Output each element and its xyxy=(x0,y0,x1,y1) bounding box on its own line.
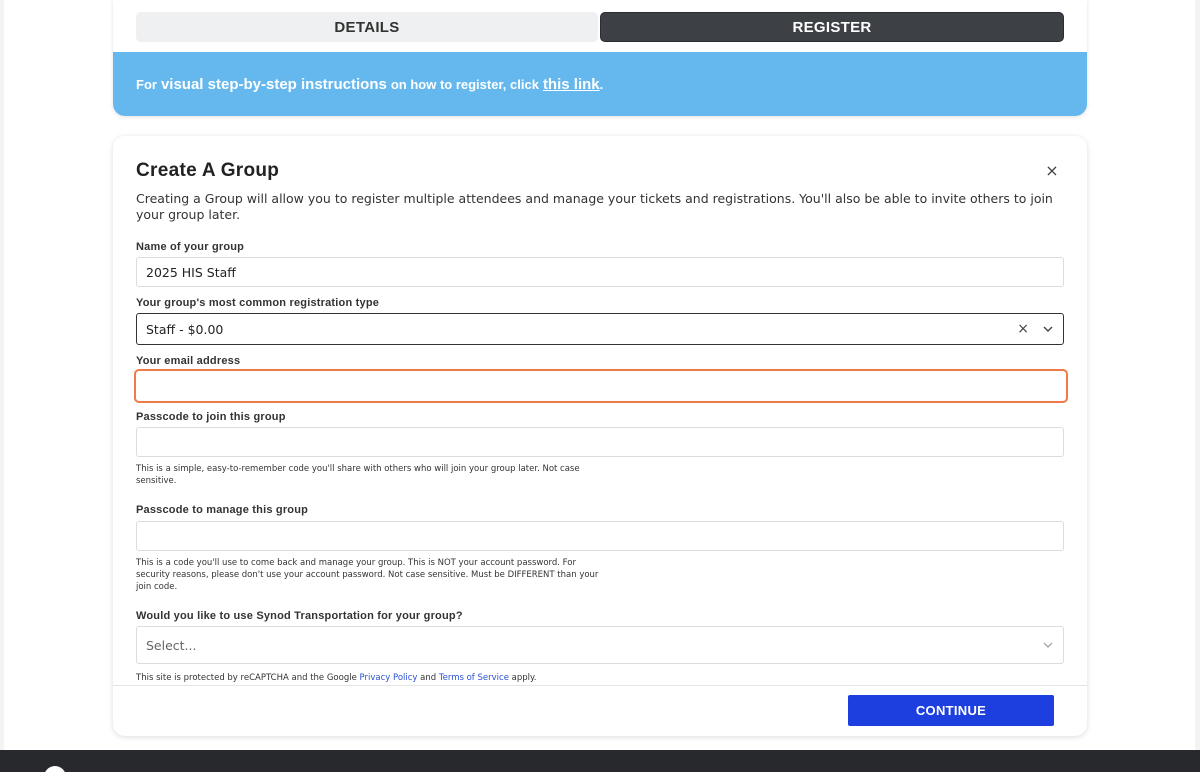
registration-type-label: Your group's most common registration ty… xyxy=(136,297,380,309)
privacy-policy-link[interactable]: Privacy Policy xyxy=(360,673,418,683)
banner-suffix: . xyxy=(599,76,604,92)
tab-register[interactable]: REGISTER xyxy=(600,12,1064,42)
banner-middle: on how to register, click xyxy=(390,76,539,92)
terms-of-service-link[interactable]: Terms of Service xyxy=(439,673,509,683)
transportation-label: Would you like to use Synod Transportati… xyxy=(136,610,463,622)
recaptcha-prefix: This site is protected by reCAPTCHA and … xyxy=(136,673,357,683)
tab-details[interactable]: DETAILS xyxy=(136,12,598,42)
banner-prefix: For xyxy=(136,76,157,92)
modal-footer-divider xyxy=(113,685,1087,686)
chevron-down-icon[interactable] xyxy=(1043,323,1053,336)
registration-header: DETAILS REGISTER For visual step-by-step… xyxy=(113,0,1087,116)
close-icon[interactable]: × xyxy=(1043,162,1061,180)
transportation-controls xyxy=(1043,627,1053,663)
transportation-placeholder: Select... xyxy=(146,637,197,653)
transportation-select[interactable]: Select... xyxy=(136,626,1064,664)
registration-type-value: Staff - $0.00 xyxy=(146,321,224,337)
join-passcode-hint: This is a simple, easy-to-remember code … xyxy=(136,464,580,486)
join-passcode-label: Passcode to join this group xyxy=(136,411,286,423)
select-controls: × xyxy=(1017,314,1053,344)
manage-passcode-label: Passcode to manage this group xyxy=(136,504,309,516)
bottom-bar xyxy=(0,750,1200,772)
manage-passcode-input[interactable] xyxy=(136,521,1064,551)
recaptcha-suffix: apply. xyxy=(511,673,537,683)
modal-description: Creating a Group will allow you to regis… xyxy=(136,191,1053,222)
instructions-link[interactable]: this link xyxy=(543,76,600,93)
recaptcha-notice: This site is protected by reCAPTCHA and … xyxy=(136,673,537,683)
banner-strong-text: visual step-by-step instructions xyxy=(160,75,387,93)
join-passcode-input[interactable] xyxy=(136,427,1064,457)
group-name-value: 2025 HIS Staff xyxy=(146,264,236,280)
clear-icon[interactable]: × xyxy=(1017,321,1029,337)
group-name-input[interactable]: 2025 HIS Staff xyxy=(136,257,1064,287)
group-name-label: Name of your group xyxy=(136,241,245,253)
modal-title: Create A Group xyxy=(136,160,280,181)
chevron-down-icon[interactable] xyxy=(1043,639,1053,652)
recaptcha-and: and xyxy=(420,673,437,683)
email-label: Your email address xyxy=(136,355,241,367)
create-group-modal: Create A Group × Creating a Group will a… xyxy=(113,136,1087,736)
email-input[interactable] xyxy=(134,369,1068,403)
instructions-banner: For visual step-by-step instructions on … xyxy=(113,52,1087,116)
registration-type-select[interactable]: Staff - $0.00 × xyxy=(136,313,1064,345)
continue-button[interactable]: CONTINUE xyxy=(848,695,1054,726)
manage-passcode-hint: This is a code you'll use to come back a… xyxy=(136,558,599,592)
